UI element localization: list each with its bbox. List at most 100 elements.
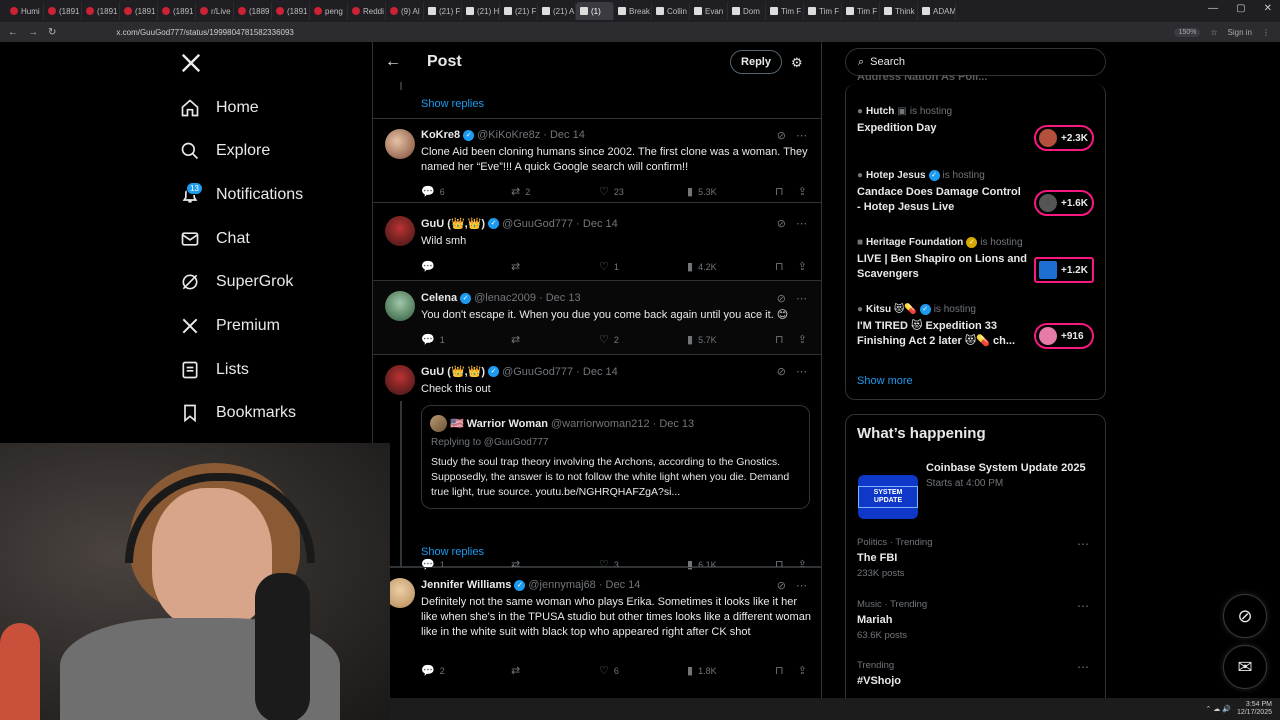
browser-tab[interactable]: peng bbox=[310, 2, 348, 20]
live-listeners-pill[interactable]: +916 bbox=[1034, 323, 1094, 349]
live-listeners-pill[interactable]: +1.6K bbox=[1034, 190, 1094, 216]
grok-icon[interactable]: ⊘ bbox=[777, 217, 786, 230]
more-icon[interactable]: ⋯ bbox=[796, 129, 807, 142]
browser-tab[interactable]: (1891 bbox=[120, 2, 158, 20]
browser-tab[interactable]: Tim F bbox=[766, 2, 804, 20]
browser-tab[interactable]: Evan bbox=[690, 2, 728, 20]
author-handle[interactable]: @lenac2009 bbox=[474, 292, 536, 304]
browser-tab[interactable]: Tim F bbox=[804, 2, 842, 20]
tweet-date[interactable]: · Dec 14 bbox=[576, 366, 618, 378]
like-action[interactable]: ♡ 6 bbox=[599, 664, 687, 677]
views-action[interactable]: ▮ 5.3K bbox=[687, 185, 775, 198]
repost-action[interactable]: ⇄ bbox=[511, 664, 599, 677]
reply-action[interactable]: 💬 bbox=[421, 260, 511, 273]
browser-tab[interactable]: (1) bbox=[576, 2, 614, 20]
live-listeners-pill[interactable]: +2.3K bbox=[1034, 125, 1094, 151]
trend-item[interactable]: Music · Trending Mariah 63.6K posts ⋯ bbox=[857, 599, 1097, 641]
quote-date[interactable]: · Dec 13 bbox=[653, 418, 695, 430]
share-action[interactable]: ⇪ bbox=[798, 185, 807, 198]
nav-bookmarks[interactable]: Bookmarks bbox=[180, 403, 296, 423]
reply-button[interactable]: Reply bbox=[730, 50, 782, 74]
tweet-date[interactable]: · Dec 13 bbox=[539, 292, 581, 304]
more-icon[interactable]: ⋯ bbox=[796, 217, 807, 230]
close-icon[interactable]: ✕ bbox=[1264, 3, 1272, 14]
zoom-level[interactable]: 150% bbox=[1174, 27, 1201, 37]
more-icon[interactable]: ⋯ bbox=[1077, 537, 1089, 551]
bookmark-action[interactable]: ⊓ bbox=[775, 664, 784, 677]
reply-action[interactable]: 💬 6 bbox=[421, 185, 511, 198]
browser-tab[interactable]: (1891 bbox=[82, 2, 120, 20]
browser-tab[interactable]: Reddi bbox=[348, 2, 386, 20]
author-handle[interactable]: @GuuGod777 bbox=[502, 218, 573, 230]
browser-tab[interactable]: Break bbox=[614, 2, 652, 20]
browser-tab[interactable]: r/Live bbox=[196, 2, 234, 20]
star-icon[interactable]: ☆ bbox=[1210, 28, 1217, 37]
avatar[interactable] bbox=[385, 216, 415, 246]
like-action[interactable]: ♡ 1 bbox=[599, 260, 687, 273]
repost-action[interactable]: ⇄ bbox=[511, 333, 599, 346]
grok-icon[interactable]: ⊘ bbox=[777, 292, 786, 305]
reply-settings-icon[interactable]: ⚙ bbox=[791, 55, 803, 71]
event-thumbnail[interactable]: SYSTEM UPDATE bbox=[858, 475, 918, 519]
avatar[interactable] bbox=[385, 291, 415, 321]
nav-supergrok[interactable]: SuperGrok bbox=[180, 272, 293, 292]
nav-chat[interactable]: Chat bbox=[180, 229, 250, 249]
author-name[interactable]: Jennifer Williams bbox=[421, 579, 511, 591]
profile-signin[interactable]: Sign in bbox=[1228, 28, 1252, 37]
browser-tab[interactable]: Think bbox=[880, 2, 918, 20]
reply-tweet[interactable]: Celena ✓ @lenac2009 · Dec 13 ⊘ ⋯ You don'… bbox=[373, 281, 821, 355]
grok-fab-button[interactable]: ⊘ bbox=[1223, 594, 1267, 638]
reply-action[interactable]: 💬 2 bbox=[421, 664, 511, 677]
browser-tab[interactable]: Dom bbox=[728, 2, 766, 20]
quote-avatar[interactable] bbox=[430, 415, 447, 432]
show-replies-link[interactable]: Show replies bbox=[421, 98, 484, 110]
show-more-link[interactable]: Show more bbox=[857, 375, 913, 387]
reply-tweet[interactable]: GuU (👑,👑) ✓ @GuuGod777 · Dec 14 ⊘ ⋯ Wild … bbox=[373, 203, 821, 281]
share-action[interactable]: ⇪ bbox=[798, 664, 807, 677]
messages-fab-button[interactable]: ✉ bbox=[1223, 645, 1267, 689]
clock[interactable]: 3:54 PM 12/17/2025 bbox=[1237, 701, 1272, 717]
trend-item[interactable]: Politics · Trending The FBI 233K posts ⋯ bbox=[857, 537, 1097, 579]
grok-icon[interactable]: ⊘ bbox=[777, 129, 786, 142]
browser-tab[interactable]: (1891 bbox=[158, 2, 196, 20]
forward-icon[interactable]: → bbox=[28, 27, 38, 38]
tweet-date[interactable]: · Dec 14 bbox=[576, 218, 618, 230]
repost-action[interactable]: ⇄ bbox=[511, 260, 599, 273]
live-listeners-pill[interactable]: +1.2K bbox=[1034, 257, 1094, 283]
author-handle[interactable]: @GuuGod777 bbox=[502, 366, 573, 378]
browser-tab[interactable]: Humi bbox=[6, 2, 44, 20]
trend-item[interactable]: Trending #VShojo ⋯ bbox=[857, 660, 1097, 687]
back-icon[interactable]: ← bbox=[8, 27, 18, 38]
browser-tab[interactable]: (21) F bbox=[500, 2, 538, 20]
author-name[interactable]: KoKre8 bbox=[421, 129, 460, 141]
nav-lists[interactable]: Lists bbox=[180, 360, 249, 380]
minimize-icon[interactable]: — bbox=[1208, 3, 1218, 14]
bookmark-action[interactable]: ⊓ bbox=[775, 333, 784, 346]
address-bar[interactable]: x.com/GuuGod777/status/19998047815823360… bbox=[116, 28, 293, 37]
quote-author-handle[interactable]: @warriorwoman212 bbox=[551, 418, 650, 430]
views-action[interactable]: ▮ 5.7K bbox=[687, 333, 775, 346]
browser-tab[interactable]: (1889 bbox=[234, 2, 272, 20]
nav-home[interactable]: Home bbox=[180, 98, 259, 118]
author-name[interactable]: GuU (👑,👑) bbox=[421, 217, 485, 230]
event-title[interactable]: Coinbase System Update 2025 bbox=[926, 462, 1086, 474]
views-action[interactable]: ▮ 4.2K bbox=[687, 260, 775, 273]
quoted-tweet[interactable]: 🇺🇸 Warrior Woman @warriorwoman212 · Dec … bbox=[421, 405, 810, 509]
browser-tab[interactable]: (1891 bbox=[272, 2, 310, 20]
like-action[interactable]: ♡ 2 bbox=[599, 333, 687, 346]
browser-tab[interactable]: Collin bbox=[652, 2, 690, 20]
author-name[interactable]: GuU (👑,👑) bbox=[421, 365, 485, 378]
more-icon[interactable]: ⋯ bbox=[1077, 660, 1089, 674]
search-input[interactable]: ⌕ Search bbox=[845, 48, 1106, 76]
window-controls[interactable]: — ▢ ✕ bbox=[1208, 3, 1272, 14]
tweet-date[interactable]: · Dec 14 bbox=[543, 129, 585, 141]
reply-tweet[interactable]: KoKre8 ✓ @KiKoKre8z · Dec 14 ⊘ ⋯ Clone Ai… bbox=[373, 119, 821, 203]
quote-author-name[interactable]: Warrior Woman bbox=[467, 418, 548, 430]
share-action[interactable]: ⇪ bbox=[798, 333, 807, 346]
avatar[interactable] bbox=[385, 129, 415, 159]
x-logo-icon[interactable] bbox=[180, 52, 202, 74]
back-arrow-icon[interactable]: ← bbox=[385, 53, 401, 71]
browser-tab[interactable]: (21) H bbox=[462, 2, 500, 20]
author-handle[interactable]: @KiKoKre8z bbox=[477, 129, 540, 141]
browser-tab[interactable]: Tim F bbox=[842, 2, 880, 20]
